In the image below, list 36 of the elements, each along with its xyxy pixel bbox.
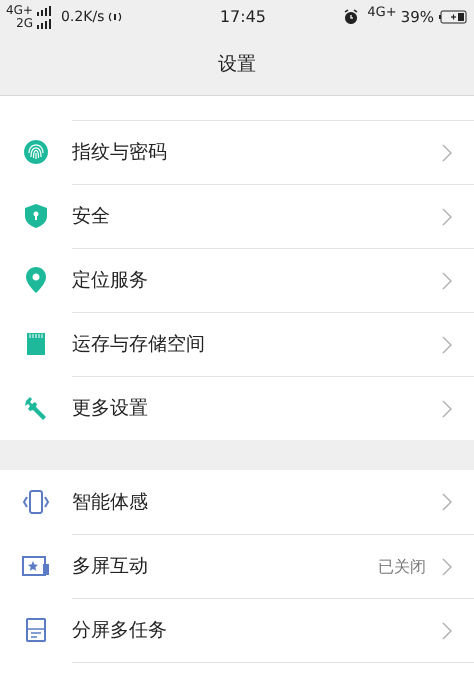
page-title: 设置 <box>218 52 256 78</box>
signal-icon <box>37 6 53 16</box>
battery-percent: 39% <box>400 6 434 28</box>
chevron-right-icon <box>442 272 452 290</box>
signal-icon <box>37 18 53 28</box>
network-label: 2G <box>16 17 33 30</box>
network-label: 4G+ <box>367 4 397 22</box>
row-label: 安全 <box>72 204 111 230</box>
row-label: 智能体感 <box>72 490 149 515</box>
chevron-right-icon <box>442 144 452 162</box>
row-label: 指纹与密码 <box>72 140 168 166</box>
chevron-right-icon <box>442 493 452 511</box>
row-label: 分屏多任务 <box>72 618 168 644</box>
settings-row[interactable]: 安全 <box>0 184 474 248</box>
speed-text: 0.2K/s <box>61 8 104 26</box>
clock-time: 17:45 <box>220 6 266 28</box>
row-label: 定位服务 <box>72 268 149 294</box>
battery-icon <box>438 10 468 24</box>
settings-row[interactable]: 指纹与密码 <box>0 120 474 184</box>
row-value: 已关闭 <box>378 556 426 578</box>
settings-row[interactable]: 分屏多任务 <box>0 598 474 662</box>
chevron-right-icon <box>442 208 452 226</box>
settings-row[interactable]: 多屏互动 已关闭 <box>0 534 474 598</box>
chevron-right-icon <box>442 622 452 640</box>
chevron-right-icon <box>442 558 452 576</box>
settings-row[interactable]: 定位服务 <box>0 248 474 312</box>
chevron-right-icon <box>442 336 452 354</box>
row-label: 多屏互动 <box>72 554 149 580</box>
settings-row[interactable]: 智能体感 <box>0 470 474 534</box>
settings-row[interactable]: 运存与存储空间 <box>0 312 474 376</box>
alarm-clock-icon <box>343 9 360 25</box>
settings-row[interactable]: 更多设置 <box>0 376 474 440</box>
row-label: 更多设置 <box>72 396 149 422</box>
chevron-right-icon <box>442 400 452 418</box>
network-label: 4G+ <box>6 4 33 17</box>
row-label: 运存与存储空间 <box>72 332 206 358</box>
